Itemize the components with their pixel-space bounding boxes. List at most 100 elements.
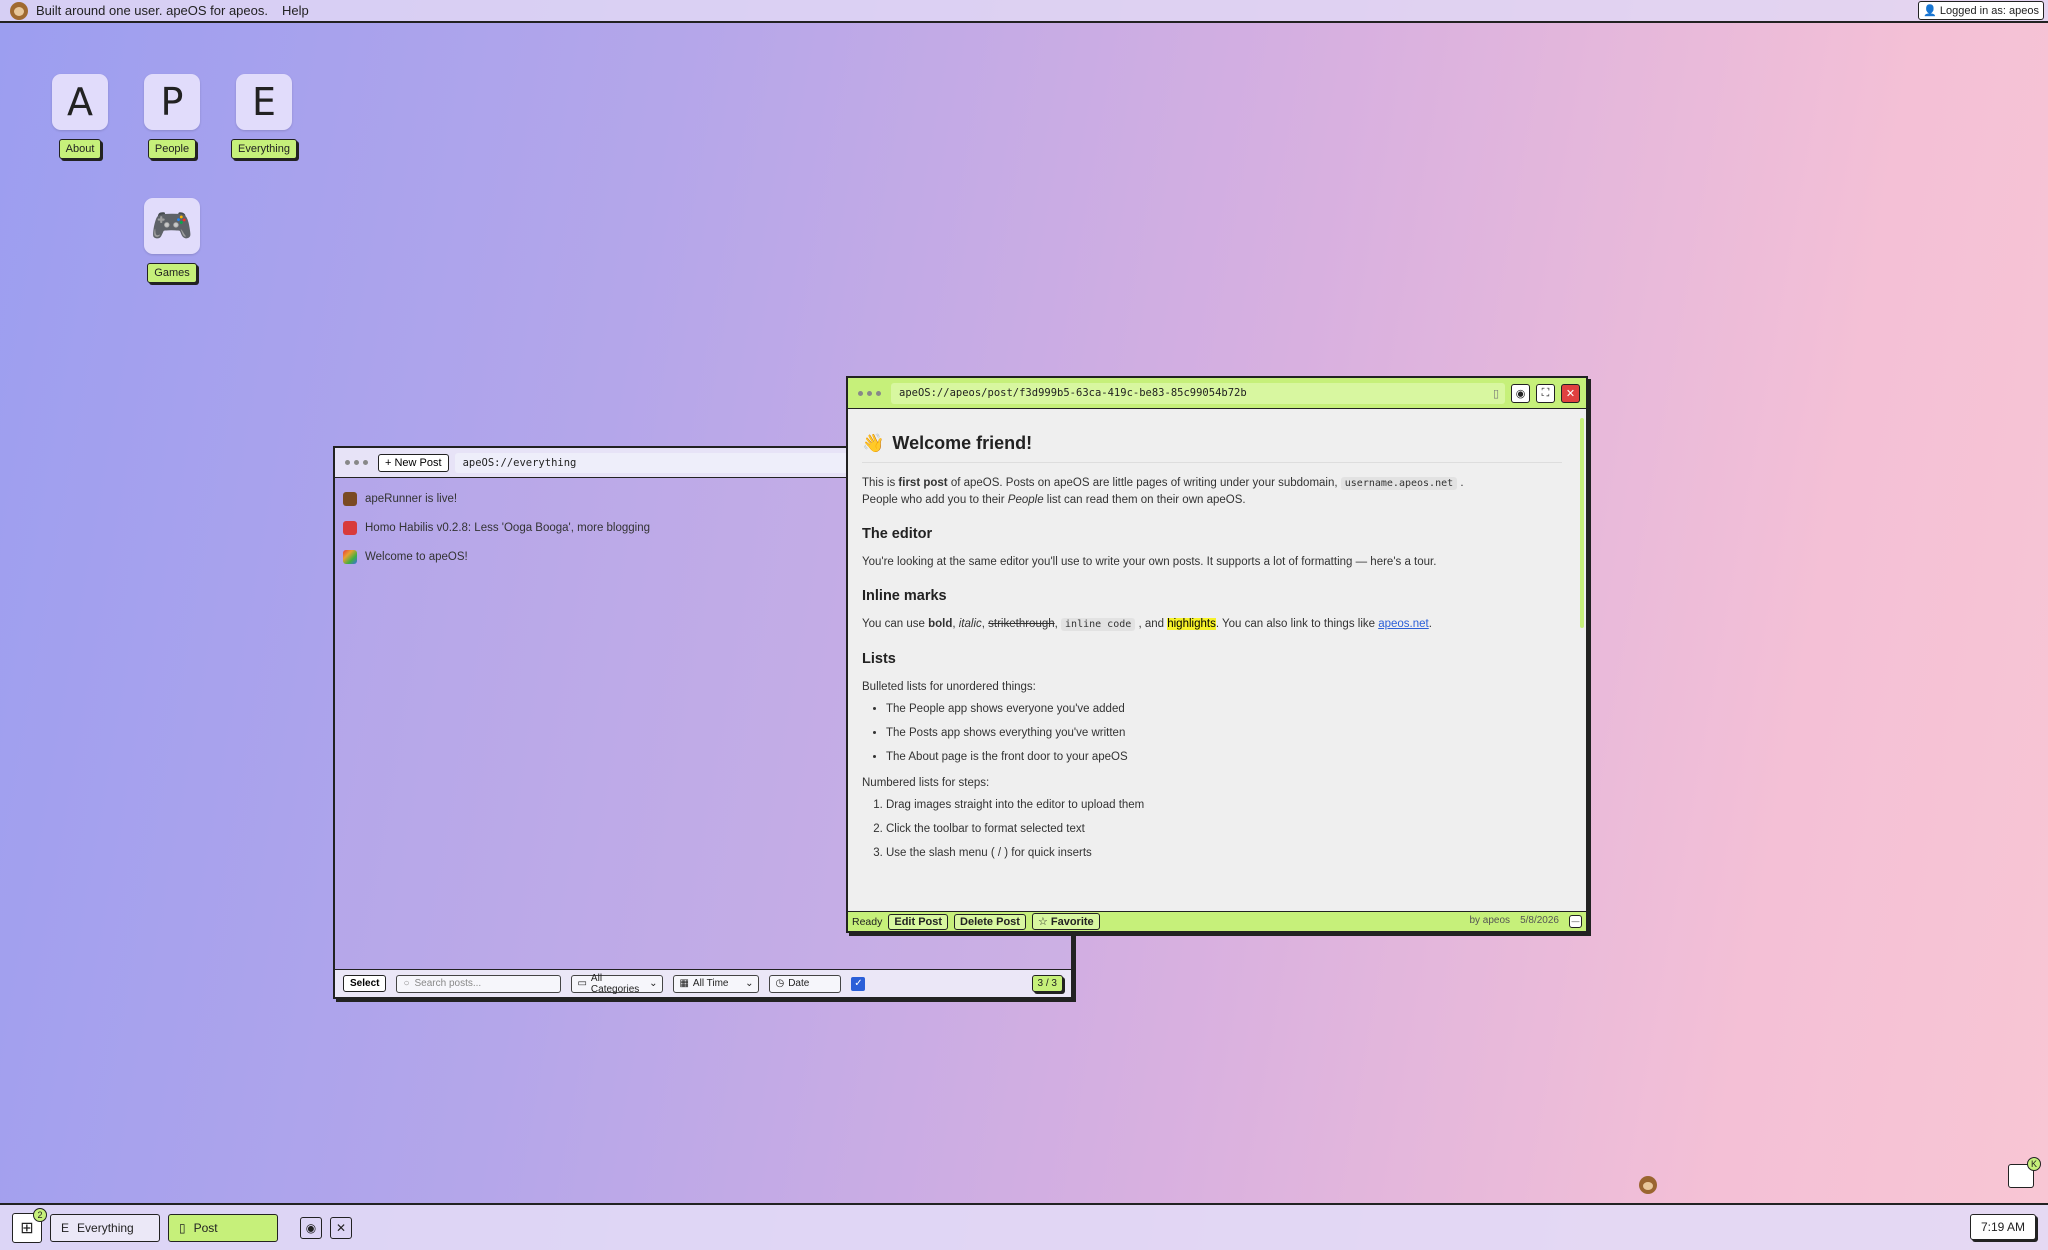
folder-icon: ▭ xyxy=(577,978,587,989)
clock-icon: ◷ xyxy=(775,978,785,989)
post-title: Welcome to apeOS! xyxy=(365,550,468,563)
rainbow-icon xyxy=(343,549,357,564)
desktop-icon-label: Games xyxy=(147,263,197,283)
calendar-icon: ▦ xyxy=(679,978,689,989)
edit-post-button[interactable]: Edit Post xyxy=(888,913,949,930)
search-icon: ○ xyxy=(403,978,410,989)
post-window: apeOS://apeos/post/f3d999b5-63ca-419c-be… xyxy=(846,376,1588,933)
post-title: Homo Habilis v0.2.8: Less 'Ooga Booga', … xyxy=(365,521,651,534)
apeos-link[interactable]: apeos.net xyxy=(1378,618,1429,630)
notification-badge: 2 xyxy=(33,1207,47,1222)
favorite-button[interactable]: ☆ Favorite xyxy=(1031,913,1100,930)
address-text: apeOS://apeos/post/f3d999b5-63ca-419c-be… xyxy=(899,387,1247,399)
desktop-icon-label: Everything xyxy=(231,139,297,159)
about-icon: A xyxy=(52,74,108,130)
post-content: 👋 Welcome friend! This is first post of … xyxy=(848,409,1576,911)
bulleted-list: The People app shows everyone you've add… xyxy=(862,703,1562,763)
minimize-icon[interactable]: — xyxy=(1569,915,1582,928)
runner-icon xyxy=(343,491,357,506)
desktop-icon-everything[interactable]: E Everything xyxy=(224,74,304,159)
list-item: The About page is the front door to your… xyxy=(886,751,1562,763)
address-text: apeOS://everything xyxy=(462,456,577,469)
login-label: Logged in as: apeos xyxy=(1939,4,2039,17)
category-value: All Categories xyxy=(590,972,640,995)
list-item: The Posts app shows everything you've wr… xyxy=(886,727,1562,739)
sort-select[interactable]: ◷ Date xyxy=(769,974,842,993)
start-menu-button[interactable]: ⊞ 2 xyxy=(12,1207,47,1243)
clock: 7:19 AM xyxy=(1969,1214,2036,1240)
list-item: Drag images straight into the editor to … xyxy=(886,799,1562,811)
robot-icon xyxy=(343,520,357,535)
bulleted-intro: Bulleted lists for unordered things: xyxy=(862,681,1036,693)
numbered-intro: Numbered lists for steps: xyxy=(862,777,990,789)
ape-logo-icon[interactable] xyxy=(10,1,28,20)
desktop-icon-people[interactable]: P People xyxy=(132,74,212,159)
taskbar-label: Post xyxy=(193,1220,218,1235)
desktop-icon-games[interactable]: 🎮 Games xyxy=(132,198,212,283)
post-title: apeRunner is live! xyxy=(365,492,458,505)
sort-direction-checkbox[interactable]: ✓ xyxy=(851,976,866,991)
editor-paragraph: You're looking at the same editor you'll… xyxy=(862,556,1437,568)
desktop-icon-label: People xyxy=(147,139,197,159)
grid-icon: ⊞ xyxy=(20,1219,34,1237)
sort-value: Date xyxy=(788,978,810,989)
post-scrollbar[interactable] xyxy=(1580,418,1584,628)
list-item: The People app shows everyone you've add… xyxy=(886,703,1562,715)
section-heading: Lists xyxy=(862,651,896,667)
waving-hand-icon: 👋 xyxy=(862,433,885,453)
record-icon[interactable]: ◉ xyxy=(1511,383,1530,403)
post-titlebar[interactable]: apeOS://apeos/post/f3d999b5-63ca-419c-be… xyxy=(848,378,1586,409)
category-select[interactable]: ▭ All Categories ⌄ xyxy=(571,972,664,995)
keyboard-tray-icon[interactable]: K xyxy=(2008,1157,2041,1188)
menubar: Built around one user. apeOS for apeos. … xyxy=(0,0,2048,23)
window-menu-dots-icon[interactable] xyxy=(854,390,885,396)
close-all-icon[interactable]: ✕ xyxy=(330,1216,352,1239)
fullscreen-icon[interactable]: ⛶ xyxy=(1536,383,1555,403)
taskbar: ⊞ 2 E Everything ▯ Post ◉ ✕ 7:19 AM xyxy=(0,1203,2048,1250)
post-icon: ▯ xyxy=(179,1220,186,1235)
new-post-button[interactable]: + New Post xyxy=(378,453,449,472)
intro-paragraph: This is first post of apeOS. Posts on ap… xyxy=(862,477,1464,506)
delete-post-button[interactable]: Delete Post xyxy=(954,913,1026,930)
gamepad-icon: 🎮 xyxy=(144,198,200,254)
list-item: Use the slash menu ( / ) for quick inser… xyxy=(886,847,1562,859)
post-author: by apeos xyxy=(1469,915,1511,926)
chevron-down-icon: ⌄ xyxy=(745,978,754,989)
section-heading: Inline marks xyxy=(862,588,947,604)
time-select[interactable]: ▦ All Time ⌄ xyxy=(673,974,760,993)
numbered-list: Drag images straight into the editor to … xyxy=(862,799,1562,859)
post-heading: 👋 Welcome friend! xyxy=(862,433,1562,463)
tray-badge: K xyxy=(2027,1157,2041,1171)
status-text: Ready xyxy=(852,915,883,928)
window-menu-dots-icon[interactable] xyxy=(341,460,372,465)
section-heading: The editor xyxy=(862,526,933,542)
desktop-icon-about[interactable]: A About xyxy=(40,74,120,159)
close-icon[interactable]: ✕ xyxy=(1561,383,1580,403)
post-footer: Ready Edit Post Delete Post ☆ Favorite b… xyxy=(848,911,1586,931)
taskbar-item-everything[interactable]: E Everything xyxy=(50,1213,160,1242)
menubar-brand: Built around one user. apeOS for apeos. xyxy=(36,3,268,18)
select-button[interactable]: Select xyxy=(343,975,387,992)
post-title: Welcome friend! xyxy=(892,433,1033,453)
time-value: All Time xyxy=(692,978,729,989)
address-bar[interactable]: apeOS://apeos/post/f3d999b5-63ca-419c-be… xyxy=(891,382,1505,404)
user-icon: 👤 xyxy=(1923,5,1937,17)
post-date: 5/8/2026 xyxy=(1520,915,1559,926)
everything-footer: Select ○ Search posts... ▭ All Categorie… xyxy=(335,969,1071,997)
list-item: Click the toolbar to format selected tex… xyxy=(886,823,1562,835)
search-placeholder: Search posts... xyxy=(414,978,482,989)
chevron-down-icon: ⌄ xyxy=(649,978,658,989)
login-status[interactable]: 👤 Logged in as: apeos xyxy=(1918,1,2044,20)
record-icon[interactable]: ◉ xyxy=(300,1216,322,1239)
search-input[interactable]: ○ Search posts... xyxy=(396,974,562,993)
taskbar-item-post[interactable]: ▯ Post xyxy=(168,1213,278,1242)
everything-icon: E xyxy=(236,74,292,130)
inline-paragraph: You can use bold, italic, strikethrough,… xyxy=(862,618,1432,631)
post-count-badge: 3 / 3 xyxy=(1031,975,1063,992)
menu-help[interactable]: Help xyxy=(282,3,309,18)
everything-icon: E xyxy=(61,1220,70,1235)
copy-link-icon[interactable]: ▯ xyxy=(1493,387,1499,400)
ape-mascot-icon[interactable] xyxy=(1638,1176,1658,1200)
desktop-icon-label: About xyxy=(58,139,102,159)
post-meta: by apeos 5/8/2026 — xyxy=(1469,915,1582,928)
